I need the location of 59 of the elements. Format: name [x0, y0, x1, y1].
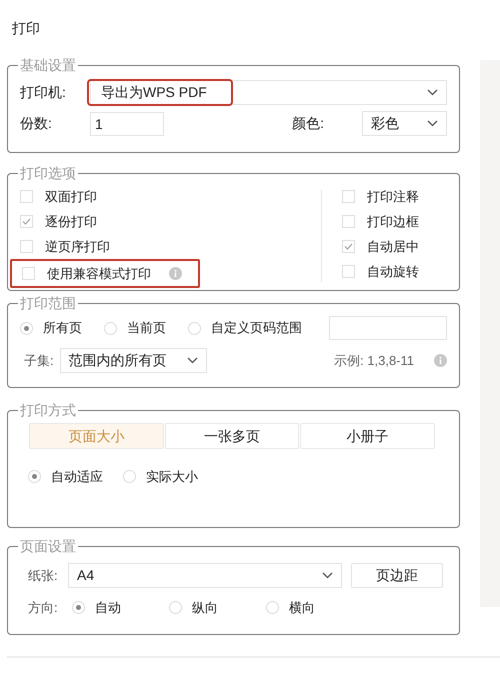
radio-button[interactable]: [104, 322, 117, 334]
option-label: 逆页序打印: [45, 238, 110, 256]
chevron-down-icon: [427, 120, 438, 127]
checkbox[interactable]: [20, 215, 33, 228]
radio-label: 自定义页码范围: [211, 319, 302, 338]
printer-dropdown[interactable]: 导出为WPS PDF: [90, 80, 447, 105]
radio-label: 横向: [289, 599, 315, 617]
field-label: 方向:: [28, 599, 59, 617]
example-text: 示例: 1,3,8-11: [334, 352, 414, 370]
section-legend: 打印选项: [18, 163, 78, 184]
option-label: 使用兼容模式打印: [47, 264, 151, 283]
radio-button[interactable]: [72, 601, 85, 614]
field-label: 打印机:: [20, 83, 67, 102]
radio-label: 当前页: [127, 319, 166, 338]
page-range-input[interactable]: [329, 316, 447, 340]
print-mode-tab[interactable]: 一张多页: [164, 423, 300, 449]
radio-label: 自动: [95, 599, 121, 617]
radio-label: 实际大小: [146, 468, 198, 486]
radio-label: 纵向: [192, 599, 218, 617]
field-label: 纸张:: [28, 566, 59, 585]
color-dropdown[interactable]: 彩色: [362, 111, 447, 136]
dialog-title: 打印: [12, 19, 41, 38]
field-label: 份数:: [20, 114, 53, 133]
radio-label: 所有页: [43, 319, 82, 338]
checkbox[interactable]: [20, 190, 33, 203]
margins-button[interactable]: 页边距: [351, 563, 443, 588]
option-label: 自动居中: [367, 238, 419, 256]
subset-dropdown[interactable]: 范围内的所有页: [60, 348, 207, 373]
option-label: 打印边框: [367, 212, 419, 231]
section-legend: 基础设置: [18, 55, 78, 76]
section-legend: 打印方式: [18, 400, 78, 421]
option-label: 自动旋转: [367, 262, 419, 281]
option-label: 双面打印: [45, 188, 97, 206]
radio-button[interactable]: [123, 470, 136, 484]
checkbox[interactable]: [20, 240, 33, 253]
radio-button[interactable]: [266, 601, 279, 614]
field-label: 子集:: [24, 352, 54, 370]
checkbox[interactable]: [22, 267, 35, 280]
info-icon: [434, 354, 447, 367]
copies-input[interactable]: 1: [90, 112, 164, 136]
checkbox[interactable]: [342, 240, 355, 253]
section-legend: 打印范围: [18, 293, 78, 314]
print-mode-tab[interactable]: 小册子: [300, 423, 436, 449]
radio-button[interactable]: [188, 322, 201, 334]
chevron-down-icon: [186, 357, 198, 364]
chevron-down-icon: [427, 89, 438, 96]
section-legend: 页面设置: [18, 536, 78, 557]
radio-label: 自动适应: [51, 468, 103, 486]
checkbox[interactable]: [342, 265, 355, 278]
radio-button[interactable]: [28, 470, 41, 484]
chevron-down-icon: [322, 572, 333, 579]
option-label: 打印注释: [367, 188, 419, 206]
field-label: 颜色:: [292, 114, 324, 133]
radio-button[interactable]: [20, 322, 33, 334]
checkbox[interactable]: [342, 215, 355, 228]
checkbox[interactable]: [342, 190, 355, 203]
paper-dropdown[interactable]: A4: [68, 563, 342, 588]
radio-button[interactable]: [169, 601, 182, 614]
option-label: 逐份打印: [45, 212, 97, 231]
